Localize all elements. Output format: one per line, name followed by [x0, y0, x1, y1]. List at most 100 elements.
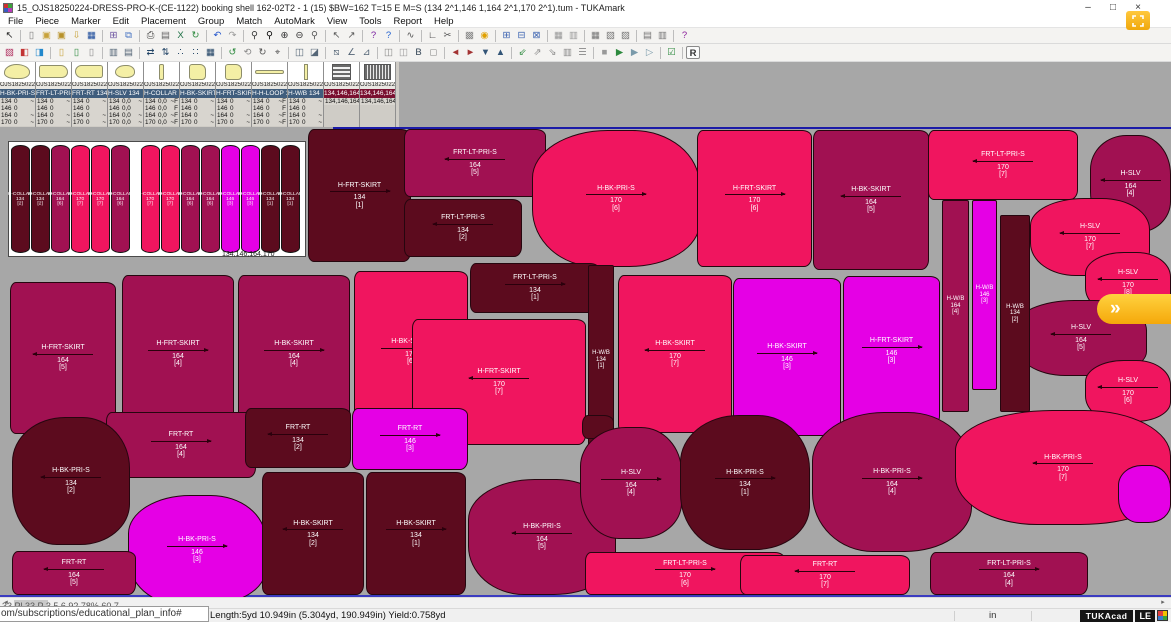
toolbar-icon-26[interactable]: ∠: [344, 46, 359, 59]
toolbar-icon-21[interactable]: ⊕: [277, 29, 292, 42]
menu-edit[interactable]: Edit: [107, 16, 135, 27]
toolbar-icon-37[interactable]: ▲: [493, 46, 508, 59]
toolbar-icon-8[interactable]: ▥: [106, 46, 121, 59]
toolbar-icon-3[interactable]: ▣: [39, 29, 54, 42]
toolbar-icon-15[interactable]: ▦: [203, 46, 218, 59]
toolbar-icon-9[interactable]: ▤: [121, 46, 136, 59]
marker-piece[interactable]: H-BK-SKIRT146[3]: [733, 278, 841, 436]
toolbar-icon-27[interactable]: ⊿: [359, 46, 374, 59]
toolbar-icon-17[interactable]: ↺: [225, 46, 240, 59]
menu-group[interactable]: Group: [192, 16, 230, 27]
toolbar-icon-51[interactable]: ▥: [655, 29, 670, 42]
toolbar-icon-28[interactable]: ?: [366, 29, 381, 42]
menu-automark[interactable]: AutoMark: [268, 16, 321, 27]
expand-overlay-button[interactable]: [1126, 11, 1150, 30]
toolbar-icon-50[interactable]: ☑: [664, 46, 679, 59]
marker-piece[interactable]: H-W/B164[4]: [942, 200, 969, 412]
toolbar-icon-8[interactable]: ⊞: [106, 29, 121, 42]
toolbar-icon-25[interactable]: ⧅: [329, 46, 344, 59]
toolbar-icon-45[interactable]: ■: [597, 46, 612, 59]
marker-piece[interactable]: FRT-RT146[3]: [352, 408, 468, 470]
marker-piece[interactable]: H-W/B134[2]: [1000, 215, 1030, 412]
toolbar-icon-36[interactable]: ▼: [478, 46, 493, 59]
toolbar-icon-43[interactable]: ▦: [551, 29, 566, 42]
toolbar-icon-36[interactable]: ▩: [462, 29, 477, 42]
toolbar-icon-5[interactable]: ▯: [69, 46, 84, 59]
toolbar-icon-14[interactable]: ↻: [188, 29, 203, 42]
toolbar-icon-6[interactable]: ▯: [84, 46, 99, 59]
toolbar-icon-23[interactable]: ◪: [307, 46, 322, 59]
marker-piece[interactable]: [1118, 465, 1171, 523]
toolbar-icon-16[interactable]: ↶: [210, 29, 225, 42]
marker-piece[interactable]: H-W/B146[3]: [972, 200, 997, 390]
toolbar-icon-44[interactable]: ▥: [566, 29, 581, 42]
menu-file[interactable]: File: [2, 16, 29, 27]
marker-piece[interactable]: H-BK-PRI-S146[3]: [128, 495, 266, 597]
tray-piece-column[interactable]: OJS18250224H-BK-PRI-S1340~14601640~1700~: [0, 62, 36, 127]
toolbar-icon-52[interactable]: R: [686, 46, 700, 59]
marker-piece[interactable]: H-SLV164[4]: [580, 427, 682, 539]
toolbar-icon-48[interactable]: ▨: [618, 29, 633, 42]
marker-piece[interactable]: H-BK-SKIRT134[2]: [262, 472, 364, 595]
tray-piece-column[interactable]: OJS18250224134,146,164,1134,146,164,: [360, 62, 396, 127]
toolbar-icon-31[interactable]: ∿: [403, 29, 418, 42]
menu-match[interactable]: Match: [230, 16, 268, 27]
toolbar-icon-20[interactable]: ⚲: [262, 29, 277, 42]
marker-piece[interactable]: H-BK-PRI-S134[1]: [680, 415, 810, 550]
toolbar-icon-4[interactable]: ▯: [54, 46, 69, 59]
toolbar-icon-34[interactable]: ✂: [440, 29, 455, 42]
tray-piece-column[interactable]: OJS18250224134,146,164,1134,146,164,: [324, 62, 360, 127]
toolbar-icon-22[interactable]: ◫: [292, 46, 307, 59]
marker-piece[interactable]: H-FRT-SKIRT146[3]: [843, 276, 940, 426]
toolbar-icon-6[interactable]: ▦: [84, 29, 99, 42]
toolbar-icon-11[interactable]: ⎙: [143, 29, 158, 42]
toolbar-icon-18[interactable]: ⟲: [240, 46, 255, 59]
toolbar-icon-20[interactable]: ⌖: [270, 46, 285, 59]
toolbar-icon-50[interactable]: ▤: [640, 29, 655, 42]
toolbar-icon-48[interactable]: ▷: [642, 46, 657, 59]
toolbar-icon-4[interactable]: ▣: [54, 29, 69, 42]
toolbar-icon-0[interactable]: ↖: [2, 29, 17, 42]
tray-piece-column[interactable]: OJS18250224H-SLV 1341340,0~1460,01640,0~…: [108, 62, 144, 127]
toolbar-icon-41[interactable]: ⊠: [529, 29, 544, 42]
toolbar-icon-53[interactable]: ?: [677, 29, 692, 42]
toolbar-icon-47[interactable]: ▶: [627, 46, 642, 59]
marker-piece[interactable]: H-FRT-SKIRT134[1]: [308, 129, 411, 262]
marker-piece[interactable]: H-FRT-SKIRT164[5]: [10, 282, 116, 434]
toolbar-icon-39[interactable]: ⊞: [499, 29, 514, 42]
marker-piece[interactable]: H-FRT-SKIRT164[4]: [122, 275, 234, 433]
marker-piece[interactable]: H-BK-SKIRT164[5]: [813, 130, 929, 270]
tray-piece-column[interactable]: OJS18250224H-BK-SKIRT1340~14601640~1700~: [180, 62, 216, 127]
toolbar-icon-41[interactable]: ⇘: [545, 46, 560, 59]
chevron-expand-button[interactable]: »: [1097, 294, 1171, 324]
toolbar-icon-25[interactable]: ↖: [329, 29, 344, 42]
tray-piece-column[interactable]: OJS18250224FRT-RT 1341340~14601640~1700~: [72, 62, 108, 127]
toolbar-icon-30[interactable]: ◫: [396, 46, 411, 59]
toolbar-icon-12[interactable]: ⇅: [158, 46, 173, 59]
marker-piece[interactable]: H-BK-SKIRT134[1]: [366, 472, 466, 595]
tray-piece-column[interactable]: OJS18250224H-FRT-SKIRT1340~14601640~1700…: [216, 62, 252, 127]
scroll-right-icon[interactable]: ▸: [1157, 598, 1169, 608]
toolbar-icon-31[interactable]: B: [411, 46, 426, 59]
tray-piece-column[interactable]: OJS18250224H-COLLAR 11340,0~F1460,0F1640…: [144, 62, 180, 127]
tray-piece-column[interactable]: OJS18250224H-W/B 1341340~14601640~1700~: [288, 62, 324, 127]
collar-strip[interactable]: H-COLLAR134[1]: [281, 145, 300, 253]
menu-help[interactable]: Help: [428, 16, 460, 27]
toolbar-icon-42[interactable]: ▥: [560, 46, 575, 59]
toolbar-icon-47[interactable]: ▧: [603, 29, 618, 42]
marker-piece[interactable]: FRT-LT-PRI-S170[7]: [928, 130, 1078, 200]
toolbar-icon-32[interactable]: ◻: [426, 46, 441, 59]
marker-piece[interactable]: FRT-RT170[7]: [740, 555, 910, 595]
marker-piece[interactable]: FRT-RT134[2]: [245, 408, 351, 468]
marker-piece[interactable]: FRT-RT164[5]: [12, 551, 136, 595]
menu-marker[interactable]: Marker: [65, 16, 107, 27]
toolbar-icon-2[interactable]: ▯: [24, 29, 39, 42]
toolbar-icon-33[interactable]: ∟: [425, 29, 440, 42]
toolbar-icon-39[interactable]: ⇙: [515, 46, 530, 59]
toolbar-icon-13[interactable]: ∴: [173, 46, 188, 59]
marker-piece[interactable]: FRT-LT-PRI-S164[4]: [930, 552, 1088, 595]
toolbar-icon-23[interactable]: ⚲: [307, 29, 322, 42]
toolbar-icon-46[interactable]: ▦: [588, 29, 603, 42]
toolbar-icon-46[interactable]: ▶: [612, 46, 627, 59]
marker-piece[interactable]: H-BK-PRI-S170[6]: [532, 130, 700, 267]
